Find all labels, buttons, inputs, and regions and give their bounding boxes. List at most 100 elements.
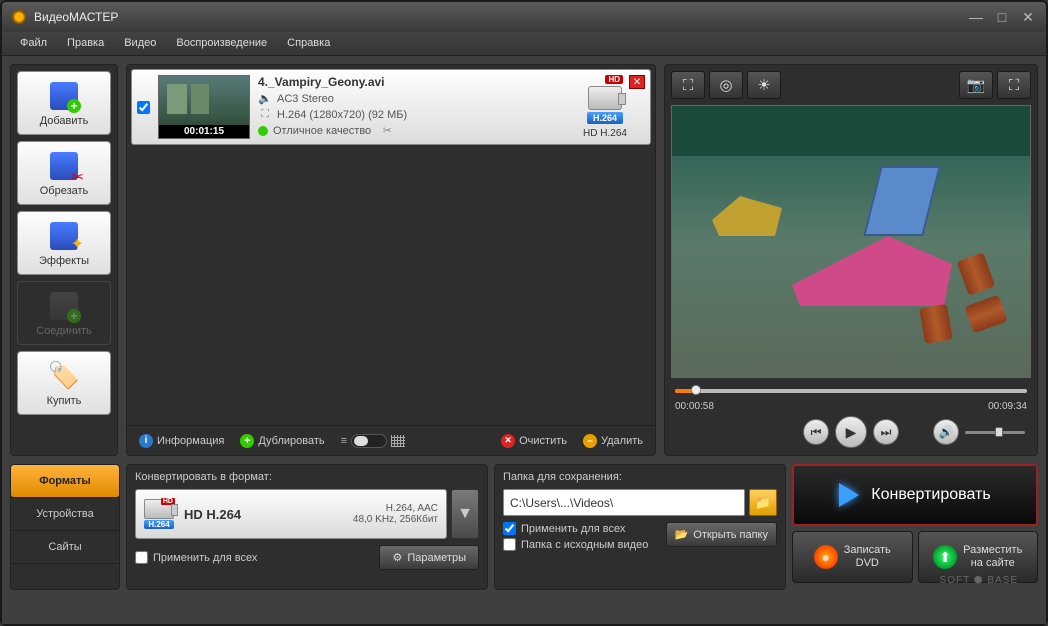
target-format: HD H.264: [583, 128, 627, 139]
add-button[interactable]: Добавить: [17, 71, 111, 135]
buy-label: Купить: [47, 395, 82, 407]
format-spec2: 48,0 KHz, 256Кбит: [353, 514, 438, 525]
film-add-icon: [48, 80, 80, 112]
menu-playback[interactable]: Воспроизведение: [166, 32, 277, 55]
info-button[interactable]: iИнформация: [133, 432, 230, 450]
convert-arrow-icon: [839, 483, 859, 507]
video-audio: AC3 Stereo: [277, 93, 334, 105]
menubar: Файл Правка Видео Воспроизведение Справк…: [2, 32, 1046, 56]
video-preview[interactable]: [671, 105, 1031, 378]
film-cut-icon: [48, 150, 80, 182]
source-folder-checkbox[interactable]: Папка с исходным видео: [503, 538, 648, 551]
apply-all-checkbox[interactable]: Применить для всех: [135, 551, 257, 564]
snapshot-tool[interactable]: 📷: [959, 71, 993, 99]
cut-label: Обрезать: [40, 185, 89, 197]
sidebar: Добавить Обрезать Эффекты Соединить 🏷️ К…: [10, 64, 118, 456]
camera-icon: [588, 86, 622, 110]
duplicate-icon: +: [240, 434, 254, 448]
buy-icon: 🏷️: [48, 360, 80, 392]
quality-icon: [258, 126, 268, 136]
buy-button[interactable]: 🏷️ Купить: [17, 351, 111, 415]
actions-panel: Конвертировать ● Записать DVD ⬆ Размести…: [792, 464, 1038, 590]
save-path-input[interactable]: [503, 489, 745, 516]
effects-label: Эффекты: [39, 255, 89, 267]
clear-icon: ✕: [501, 434, 515, 448]
toggle-icon: [351, 434, 387, 448]
video-list-panel: 00:01:15 4._Vampiry_Geony.avi 🔈 AC3 Stere…: [126, 64, 656, 456]
burn-dvd-button[interactable]: ● Записать DVD: [792, 531, 913, 583]
prev-button[interactable]: ⏮: [803, 419, 829, 445]
format-name: HD H.264: [184, 507, 343, 522]
fullscreen-tool[interactable]: ⛶: [997, 71, 1031, 99]
menu-video[interactable]: Видео: [114, 32, 166, 55]
menu-file[interactable]: Файл: [10, 32, 57, 55]
cut-button[interactable]: Обрезать: [17, 141, 111, 205]
video-duration: 00:01:15: [159, 125, 249, 138]
delete-button[interactable]: −Удалить: [577, 432, 649, 450]
list-toolbar: iИнформация +Дублировать ≡ ✕Очистить −Уд…: [127, 425, 655, 455]
folder-open-icon: 📂: [675, 528, 689, 541]
format-spec1: H.264, AAC: [353, 503, 438, 514]
volume-button[interactable]: 🔊: [933, 419, 959, 445]
browse-button[interactable]: 📁: [749, 489, 777, 516]
enhance-tool[interactable]: ◎: [709, 71, 743, 99]
effects-button[interactable]: Эффекты: [17, 211, 111, 275]
brightness-tool[interactable]: ☀: [747, 71, 781, 99]
scissors-icon[interactable]: ✂: [380, 124, 394, 137]
close-button[interactable]: ✕: [1020, 9, 1036, 26]
video-list-item[interactable]: 00:01:15 4._Vampiry_Geony.avi 🔈 AC3 Stere…: [131, 69, 651, 145]
globe-icon: ⬆: [933, 545, 957, 569]
volume-slider[interactable]: [965, 431, 1025, 434]
format-tabs: Форматы Устройства Сайты: [10, 464, 120, 590]
play-button[interactable]: ▶: [835, 416, 867, 448]
convert-button[interactable]: Конвертировать: [792, 464, 1038, 526]
dvd-icon: ●: [814, 545, 838, 569]
video-filename: 4._Vampiry_Geony.avi: [258, 75, 557, 89]
camera-icon: HD: [144, 499, 174, 519]
duplicate-button[interactable]: +Дублировать: [234, 432, 330, 450]
timeline[interactable]: [671, 382, 1031, 400]
crop-tool[interactable]: ⛶: [671, 71, 705, 99]
next-button[interactable]: ⏭: [873, 419, 899, 445]
codec-icon: ⛶: [258, 108, 272, 121]
hd-badge: HD: [605, 75, 623, 84]
video-thumbnail: 00:01:15: [158, 75, 250, 139]
video-quality: Отличное качество: [273, 125, 371, 137]
save-panel: Папка для сохранения: 📁 Применить для вс…: [494, 464, 786, 590]
preview-panel: ⛶ ◎ ☀ 📷 ⛶: [664, 64, 1038, 456]
window-title: ВидеоМАСТЕР: [34, 10, 968, 24]
params-button[interactable]: ⚙Параметры: [379, 545, 479, 570]
audio-icon: 🔈: [258, 92, 272, 105]
join-button[interactable]: Соединить: [17, 281, 111, 345]
menu-help[interactable]: Справка: [277, 32, 340, 55]
format-dropdown[interactable]: ▼: [451, 489, 479, 539]
format-badge: H.264: [144, 520, 173, 529]
gear-icon: ⚙: [392, 551, 402, 564]
tab-devices[interactable]: Устройства: [11, 498, 119, 531]
film-effects-icon: [48, 220, 80, 252]
format-panel: Конвертировать в формат: HD H.264 HD H.2…: [126, 464, 488, 590]
maximize-button[interactable]: □: [994, 9, 1010, 26]
video-codec: H.264 (1280x720) (92 МБ): [277, 109, 407, 121]
save-apply-all-checkbox[interactable]: Применить для всех: [503, 522, 648, 535]
film-join-icon: [48, 290, 80, 322]
time-total: 00:09:34: [988, 401, 1027, 412]
format-badge: H.264: [587, 112, 623, 124]
tab-sites[interactable]: Сайты: [11, 531, 119, 564]
clear-button[interactable]: ✕Очистить: [495, 432, 573, 450]
list-view-toggle[interactable]: ≡: [335, 432, 411, 450]
time-current: 00:00:58: [675, 401, 714, 412]
tab-formats[interactable]: Форматы: [11, 465, 119, 498]
open-folder-button[interactable]: 📂Открыть папку: [666, 522, 777, 547]
titlebar: ВидеоМАСТЕР — □ ✕: [2, 2, 1046, 32]
remove-video-button[interactable]: ✕: [629, 75, 645, 89]
folder-icon: 📁: [755, 495, 771, 511]
video-checkbox[interactable]: [137, 101, 150, 114]
format-selector[interactable]: HD H.264 HD H.264 H.264, AAC 48,0 KHz, 2…: [135, 489, 447, 539]
menu-edit[interactable]: Правка: [57, 32, 114, 55]
format-label: Конвертировать в формат:: [135, 471, 479, 483]
watermark: SOFT ⬢ BASE: [940, 575, 1018, 586]
grid-icon: [391, 435, 405, 447]
minimize-button[interactable]: —: [968, 9, 984, 26]
info-icon: i: [139, 434, 153, 448]
